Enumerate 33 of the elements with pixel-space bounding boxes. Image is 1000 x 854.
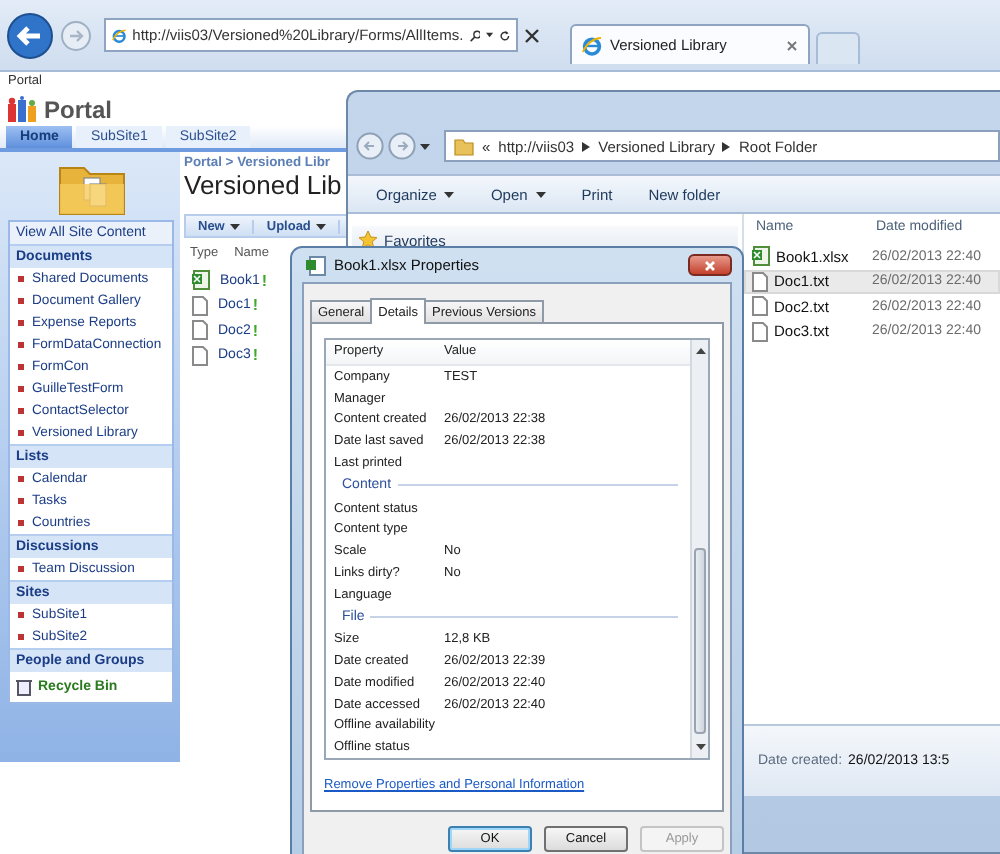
text-file-icon xyxy=(752,296,768,317)
chevron-icon xyxy=(582,141,591,151)
exclamation-text: ! xyxy=(252,346,259,365)
close-icon xyxy=(704,259,716,271)
up-arrow-icon[interactable] xyxy=(695,348,705,354)
refresh-icon[interactable] xyxy=(499,27,510,43)
bin-icon xyxy=(16,678,32,696)
people-logo-icon xyxy=(8,96,36,122)
exclamation-text: ! xyxy=(261,271,268,290)
chevron-icon xyxy=(722,141,731,151)
text-file-icon xyxy=(192,345,208,366)
site-title: Portal xyxy=(44,95,113,123)
browser-logo-icon xyxy=(582,35,602,55)
close-icon[interactable] xyxy=(786,39,798,51)
close-icon[interactable] xyxy=(524,27,540,43)
browser-logo-icon xyxy=(112,25,127,45)
back-icon[interactable] xyxy=(6,11,54,59)
exclamation-text: ! xyxy=(252,296,259,315)
close-button[interactable] xyxy=(688,254,732,276)
page-title: Versioned Lib xyxy=(184,170,342,204)
caret-icon xyxy=(420,143,430,149)
scrollbar[interactable] xyxy=(690,340,708,758)
scroll-thumb[interactable] xyxy=(694,548,706,734)
caret-icon xyxy=(486,32,494,38)
text-file-icon xyxy=(752,321,768,342)
star-icon xyxy=(358,230,378,250)
down-arrow-icon[interactable] xyxy=(695,744,705,750)
folder-icon xyxy=(454,137,474,155)
text-file-icon xyxy=(192,320,208,341)
search-icon[interactable] xyxy=(469,27,481,43)
text-file-icon xyxy=(192,295,208,316)
text-file-icon xyxy=(752,271,768,292)
exclamation-text: ! xyxy=(252,321,259,340)
